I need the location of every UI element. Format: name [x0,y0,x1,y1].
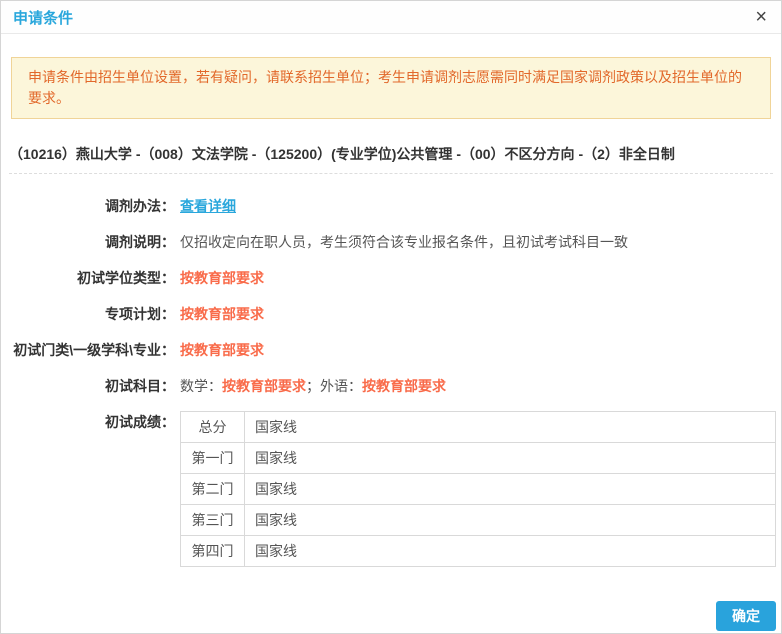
row-label: 初试成绩： [105,414,175,430]
row-exam-subjects: 初试科目： 数学：按教育部要求；外语：按教育部要求 [1,375,781,397]
row-adjustment-method: 调剂办法： 查看详细 [1,195,781,217]
row-label: 初试门类\一级学科\专业： [13,342,175,358]
modal-footer: 确定 [1,601,781,631]
table-row: 第二门 国家线 [180,473,776,505]
score-value-cell: 国家线 [244,411,776,443]
program-info: （10216）燕山大学 -（008）文法学院 -（125200）(专业学位)公共… [9,146,675,162]
row-value: 仅招收定向在职人员，考生须符合该专业报名条件，且初试考试科目一致 [180,234,628,250]
notice-banner: 申请条件由招生单位设置，若有疑问，请联系招生单位；考生申请调剂志愿需同时满足国家… [11,57,771,119]
application-conditions-modal: 申请条件 × 申请条件由招生单位设置，若有疑问，请联系招生单位；考生申请调剂志愿… [0,0,782,634]
score-subject-cell: 第四门 [180,535,245,567]
row-adjustment-note: 调剂说明： 仅招收定向在职人员，考生须符合该专业报名条件，且初试考试科目一致 [1,231,781,253]
table-row: 第四门 国家线 [180,535,776,567]
score-subject-cell: 第三门 [180,504,245,536]
score-subject-cell: 第二门 [180,473,245,505]
view-details-link[interactable]: 查看详细 [180,198,236,214]
score-value-cell: 国家线 [244,535,776,567]
row-degree-type: 初试学位类型： 按教育部要求 [1,267,781,289]
modal-header: 申请条件 × [1,1,781,34]
row-value: 按教育部要求 [180,306,264,322]
score-value-cell: 国家线 [244,473,776,505]
math-value: 按教育部要求 [222,378,306,394]
divider [9,173,773,174]
scores-table: 总分 国家线 第一门 国家线 第二门 国家线 第三门 国家线 第四门 国家线 [180,411,776,567]
confirm-button[interactable]: 确定 [716,601,776,631]
table-row: 第一门 国家线 [180,442,776,474]
score-subject-cell: 总分 [180,411,245,443]
row-label: 调剂说明： [105,234,175,250]
table-row: 第三门 国家线 [180,504,776,536]
math-label: 数学： [180,378,222,394]
row-special-plan: 专项计划： 按教育部要求 [1,303,781,325]
row-label: 初试学位类型： [77,270,175,286]
row-value: 按教育部要求 [180,342,264,358]
foreign-value: 按教育部要求 [362,378,446,394]
score-subject-cell: 第一门 [180,442,245,474]
table-row: 总分 国家线 [180,411,776,443]
row-exam-scores: 初试成绩： 总分 国家线 第一门 国家线 第二门 国家线 第三门 国家线 第四门… [1,411,781,567]
row-discipline: 初试门类\一级学科\专业： 按教育部要求 [1,339,781,361]
score-value-cell: 国家线 [244,504,776,536]
modal-title: 申请条件 [13,9,74,27]
separator: ； [306,378,320,394]
score-value-cell: 国家线 [244,442,776,474]
row-label: 专项计划： [105,306,175,322]
row-label: 调剂办法： [105,198,175,214]
row-value: 按教育部要求 [180,270,264,286]
row-label: 初试科目： [105,378,175,394]
close-icon[interactable]: × [755,7,767,27]
foreign-label: 外语： [320,378,362,394]
detail-rows: 调剂办法： 查看详细 调剂说明： 仅招收定向在职人员，考生须符合该专业报名条件，… [1,195,781,567]
